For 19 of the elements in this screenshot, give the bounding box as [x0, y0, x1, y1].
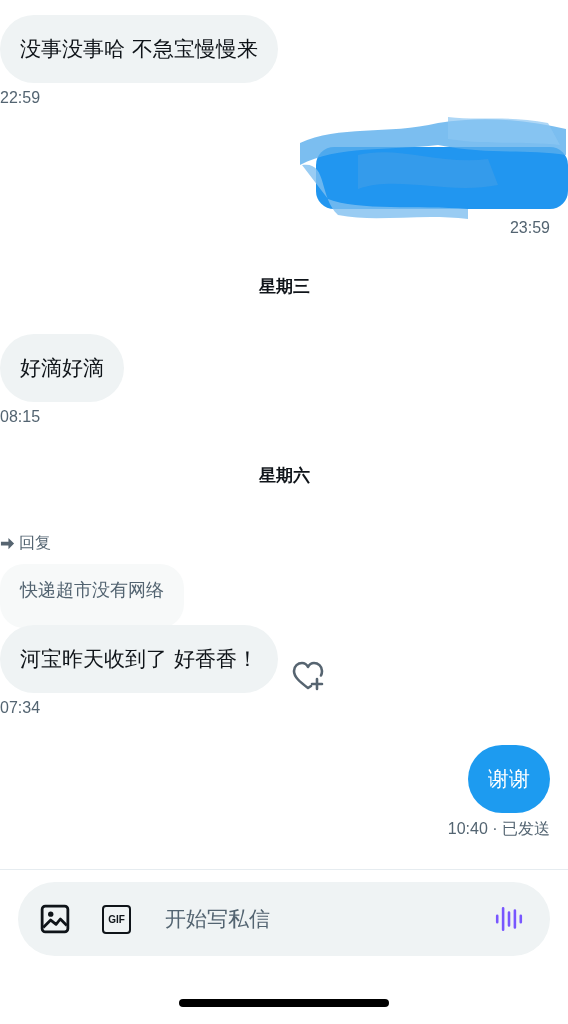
message-bubble: 好滴好滴	[0, 334, 124, 402]
message-bubble: 河宝昨天收到了 好香香！	[0, 625, 278, 693]
gif-button[interactable]: GIF	[102, 904, 131, 934]
day-divider: 星期六	[258, 464, 310, 487]
message-input[interactable]: 开始写私信	[163, 906, 494, 932]
message-time: 07:34	[0, 699, 42, 717]
message-time: 23:59	[509, 219, 550, 237]
heart-plus-icon[interactable]	[291, 661, 324, 691]
message-bubble: 没事没事哈 不急宝慢慢来	[0, 15, 278, 83]
message-bubble: 谢谢	[468, 745, 550, 813]
message-time: 22:59	[0, 89, 42, 107]
quoted-message: 快递超市没有网络	[0, 564, 184, 628]
voice-wave-icon[interactable]	[494, 904, 524, 934]
message-time: 08:15	[0, 408, 42, 426]
reply-arrow-icon	[0, 536, 15, 551]
day-divider: 星期三	[258, 275, 310, 298]
reply-label: 回复	[19, 533, 51, 554]
image-icon[interactable]	[40, 904, 70, 934]
message-status: 10:40 · 已发送	[447, 819, 550, 839]
